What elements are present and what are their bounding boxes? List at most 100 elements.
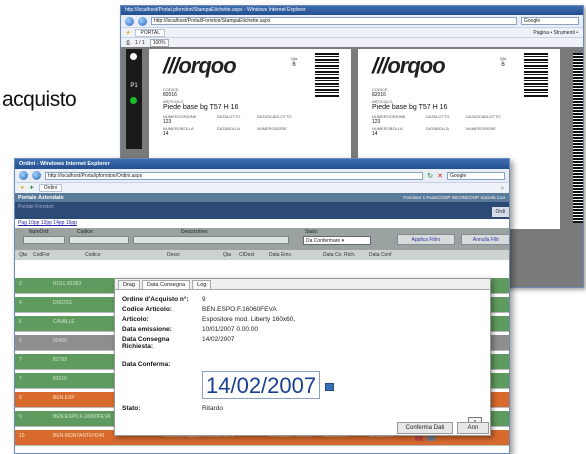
forward-button-icon[interactable]	[138, 16, 147, 26]
code-input[interactable]	[69, 236, 129, 244]
label-qty-value: 6	[501, 62, 505, 68]
add-favorite-icon[interactable]: ✚	[29, 185, 33, 191]
cell-code: CAVALLE	[53, 319, 75, 325]
orqoo-logo: ///orqoo	[163, 53, 237, 78]
article-code-label: Codice Articolo:	[122, 306, 172, 313]
article-value: Piede base bg T57 H 16	[372, 104, 448, 111]
description-input[interactable]	[133, 236, 289, 244]
col-qta[interactable]: Qta	[19, 252, 27, 258]
tab-data-consegna[interactable]: Data Consegna	[141, 280, 191, 289]
col-cidest[interactable]: CIDest	[239, 252, 254, 258]
confirm-date-input[interactable]: 14/02/2007	[202, 371, 320, 399]
code-value: 82016	[163, 92, 177, 98]
barcode-icon	[315, 53, 339, 97]
state-value: Ritardo	[202, 405, 223, 412]
front-tab-ordini[interactable]: Ordini	[38, 184, 63, 192]
refresh-icon[interactable]: ↻	[427, 172, 433, 180]
apply-filter-button[interactable]: Applica Filtro	[397, 234, 455, 245]
tab-ordini[interactable]: Ordi	[491, 207, 509, 217]
requested-date-value: 14/02/2007	[202, 336, 235, 343]
caption-text: acquisto	[2, 88, 77, 111]
cancel-filter-button[interactable]: Annulla Filtr	[461, 234, 509, 245]
pages-icon[interactable]	[130, 53, 137, 60]
tab-drag[interactable]: Drag	[118, 280, 140, 289]
serial-caption: NUMEROSERIE	[257, 126, 287, 131]
front-tab-row: ★ ✚ Ordini ⌂	[15, 182, 509, 193]
zoom-select[interactable]: 100%	[149, 38, 169, 47]
forward-button-icon[interactable]	[32, 171, 41, 180]
cell-qta: 10	[19, 433, 25, 439]
article-code-value: BEN.ESPO.F.16060FEVA	[202, 306, 277, 313]
issue-date-value: 10/01/2007 0.00.00	[202, 326, 259, 333]
status-dot-icon	[130, 97, 137, 104]
delivery-note-value: 14	[372, 131, 378, 137]
article-value: Piede base bg T57 H 16	[163, 104, 239, 111]
back-window-title: http://localhost/Portal.pfornitori/Stamp…	[121, 6, 583, 15]
cell-qta: 5	[19, 338, 22, 344]
requested-date-label: Data Consegna Richiesta:	[122, 336, 170, 350]
order-number-value: 9	[202, 296, 206, 303]
cell-code: 82799	[53, 357, 67, 363]
state-select[interactable]: Da Confermare ▾	[303, 236, 371, 245]
col-descr[interactable]: Descr	[167, 252, 180, 258]
article-value: Espositore mod. Liberty 160x60,	[202, 316, 296, 323]
article-label: Articolo:	[122, 316, 149, 323]
cell-code: BEN.ESP	[53, 395, 75, 401]
barcode-icon	[524, 53, 548, 97]
cell-code: BEN.MONTANTEH240	[53, 433, 105, 439]
front-address-input[interactable]: http://localhost/Portal/pfornitori/Ordin…	[45, 171, 424, 180]
back-button-icon[interactable]	[125, 16, 134, 26]
state-label: Stato:	[305, 229, 319, 235]
col-data-ems[interactable]: Data Ems	[269, 252, 291, 258]
delivery-date-caption: DATABOLLA	[217, 126, 240, 131]
label-qty-caption: Qta	[499, 56, 507, 61]
home-icon[interactable]: ⌂	[501, 185, 504, 191]
page-thumb-label[interactable]: P1	[127, 83, 141, 89]
star-icon[interactable]: ★	[126, 30, 130, 36]
back-toolbar-right[interactable]: Pagina • Strumenti •	[533, 30, 578, 36]
col-qta2[interactable]: Qta	[223, 252, 231, 258]
front-browser-window: Ordini - Windows Internet Explorer http:…	[14, 158, 510, 454]
cell-code: DISOSS	[53, 300, 72, 306]
numord-input[interactable]	[23, 236, 65, 244]
cell-code: 00450	[53, 338, 67, 344]
back-button-icon[interactable]	[19, 171, 28, 180]
star-icon[interactable]: ★	[20, 185, 24, 191]
back-tab-row: ★ PORTAL Pagina • Strumenti •	[121, 27, 583, 37]
pdf-toolbar: ⎙ 1 / 1 100%	[121, 37, 583, 47]
label-qty-value: 6	[292, 62, 296, 68]
portal-header: Portale Aziendale Fornitore 1 ForarCOOP …	[15, 193, 509, 202]
cell-qta: 6	[19, 319, 22, 325]
back-search-input[interactable]: Google	[521, 17, 579, 25]
cell-qta: 9	[19, 395, 22, 401]
col-data-conf[interactable]: Data Conf	[369, 252, 392, 258]
cell-qta: 7	[19, 357, 22, 363]
front-search-input[interactable]: Google	[447, 171, 505, 180]
table-header: Qta CodFor Codice Descr Qta CIDest Data …	[15, 250, 509, 260]
cell-qta: 9	[19, 414, 22, 420]
cell-qta: 7	[19, 376, 22, 382]
cancel-button[interactable]: Ann	[457, 422, 489, 434]
col-codice[interactable]: Codice	[85, 252, 101, 258]
order-popup: Drag Data Consegna Log Ordine d'Acquisto…	[114, 278, 491, 436]
tab-log[interactable]: Log	[192, 280, 212, 289]
col-codfor[interactable]: CodFor	[33, 252, 50, 258]
stop-icon[interactable]: ✕	[437, 172, 443, 180]
issue-date-label: Data emissione:	[122, 326, 172, 333]
back-tab-portal[interactable]: PORTAL	[135, 28, 166, 37]
description-label: Descrizione:	[181, 229, 209, 235]
orqoo-logo: ///orqoo	[372, 53, 446, 78]
print-icon[interactable]: ⎙	[126, 40, 130, 46]
lot-date-caption: DATALOTTO	[217, 114, 241, 119]
portal-user: Fornitore 1 ForarCOOP INCONCOOP Società …	[403, 195, 505, 200]
front-window-title: Ordini - Windows Internet Explorer	[15, 159, 509, 169]
back-address-input[interactable]: http://localhost/Portal/Fornitori/Stampa…	[151, 17, 517, 25]
delivery-note-value: 14	[163, 131, 169, 137]
col-data-rich[interactable]: Data Co. Rich.	[323, 252, 356, 258]
cell-qta: 2	[19, 281, 22, 287]
confirm-data-button[interactable]: Conferma Dati	[397, 422, 453, 434]
order-number-label: Ordine d'Acquisto n°:	[122, 296, 189, 303]
filter-bar: NumOrd: Codice: Descrizione: Stato: Da C…	[15, 228, 509, 250]
calendar-icon[interactable]	[325, 383, 334, 391]
pager-links[interactable]: Pag 10pp 12pp 14pp 16pp	[15, 219, 509, 228]
